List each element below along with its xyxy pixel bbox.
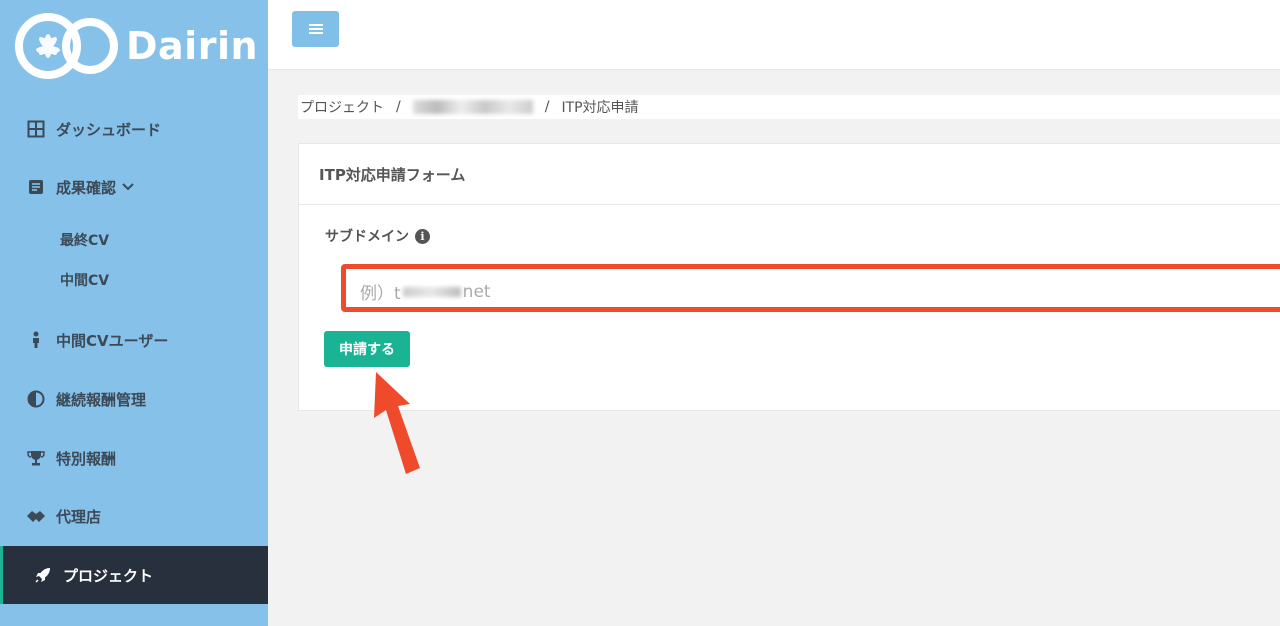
sidebar: Dairin ダッシュボード 成果確認 最終CV 中間CV 中間CVユーザー 継… (0, 0, 268, 626)
breadcrumb-item-current: ITP対応申請 (561, 100, 639, 116)
breadcrumb-separator: / (544, 99, 550, 115)
sidebar-item-continuous-reward[interactable]: 継続報酬管理 (0, 370, 268, 428)
submit-button[interactable]: 申請する (324, 331, 410, 367)
sidebar-item-special-reward[interactable]: 特別報酬 (0, 429, 268, 487)
subdomain-input[interactable]: 例）t net (360, 279, 491, 305)
placeholder-suffix: net (462, 281, 491, 302)
logo-text: Dairin (126, 24, 259, 68)
info-icon[interactable]: i (415, 228, 430, 244)
sidebar-item-label: 中間CVユーザー (56, 331, 169, 350)
sidebar-item-label: プロジェクト (63, 566, 154, 585)
chevron-down-icon (122, 183, 134, 191)
sidebar-item-results[interactable]: 成果確認 (0, 158, 268, 216)
top-bar (268, 0, 1280, 70)
sidebar-subitem-mid-cv[interactable]: 中間CV (60, 270, 109, 290)
subdomain-label-text: サブドメイン (325, 229, 409, 245)
subdomain-label: サブドメイン i (325, 226, 430, 246)
sidebar-item-label: 特別報酬 (56, 449, 117, 468)
itp-form-card: ITP対応申請フォーム サブドメイン i 例）t net 申請する (298, 143, 1280, 411)
half-circle-icon (26, 389, 46, 409)
hamburger-icon (308, 23, 323, 35)
menu-toggle-button[interactable] (292, 11, 339, 47)
sidebar-item-label: ダッシュボード (56, 120, 162, 139)
handshake-icon (26, 506, 46, 526)
sidebar-item-agency[interactable]: 代理店 (0, 487, 268, 545)
placeholder-prefix: 例）t (360, 284, 401, 304)
breadcrumb: プロジェクト / / ITP対応申請 (298, 95, 1280, 119)
person-icon (26, 330, 46, 350)
subdomain-input-highlight: 例）t net (341, 264, 1280, 312)
sidebar-item-label: 成果確認 (56, 178, 117, 197)
sidebar-item-label: 継続報酬管理 (56, 390, 147, 409)
rocket-icon (33, 565, 53, 585)
trophy-icon (26, 448, 46, 468)
breadcrumb-separator: / (396, 99, 401, 115)
logo-mark-icon (14, 10, 122, 82)
breadcrumb-item-redacted[interactable] (412, 100, 533, 114)
annotation-arrow-icon (374, 372, 420, 474)
document-icon (26, 177, 46, 197)
sidebar-item-dashboard[interactable]: ダッシュボード (0, 100, 268, 158)
sidebar-item-project[interactable]: プロジェクト (0, 546, 268, 604)
breadcrumb-item-project[interactable]: プロジェクト (300, 97, 384, 117)
sidebar-item-label: 代理店 (56, 507, 102, 526)
card-title: ITP対応申請フォーム (299, 144, 1280, 205)
placeholder-redacted (402, 286, 461, 297)
logo[interactable]: Dairin (14, 10, 258, 82)
sidebar-subitem-final-cv[interactable]: 最終CV (60, 230, 109, 250)
sidebar-item-mid-cv-users[interactable]: 中間CVユーザー (0, 311, 268, 369)
grid-icon (26, 119, 46, 139)
